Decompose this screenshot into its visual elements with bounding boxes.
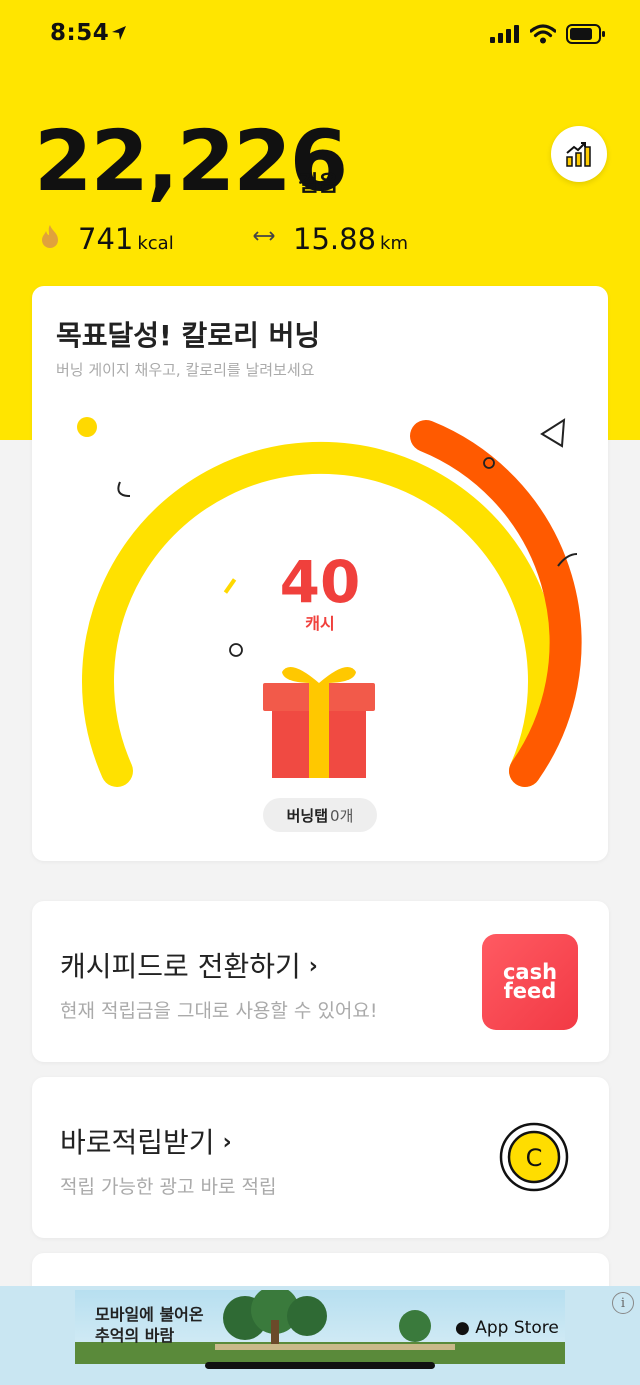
gift-icon[interactable] bbox=[263, 666, 375, 778]
confetti-moon bbox=[117, 481, 131, 497]
wifi-icon bbox=[530, 24, 556, 44]
app-store-badge[interactable]: ● App Store bbox=[455, 1318, 559, 1338]
instant-reward-subtitle: 적립 가능한 광고 바로 적립 bbox=[60, 1176, 277, 1198]
burning-tap-label: 버닝탭 bbox=[286, 806, 329, 825]
instant-reward-title-text: 바로적립받기 bbox=[60, 1126, 215, 1159]
stats-button[interactable] bbox=[551, 126, 607, 182]
calorie-unit: kcal bbox=[137, 233, 174, 254]
burning-tap-badge: 버닝탭 0개 bbox=[263, 798, 377, 832]
coin-icon: C bbox=[499, 1122, 569, 1192]
ad-text: 모바일에 불어온 추억의 바람 bbox=[95, 1304, 204, 1346]
ad-banner[interactable]: 모바일에 불어온 추억의 바람 ● App Store i bbox=[0, 1286, 640, 1385]
status-bar: 8:54 bbox=[0, 0, 640, 70]
coin-letter: C bbox=[526, 1144, 543, 1172]
calorie-value: 741 bbox=[78, 222, 134, 256]
status-icons bbox=[490, 24, 606, 44]
cashfeed-logo: cash feed bbox=[482, 934, 578, 1030]
cashfeed-title-text: 캐시피드로 전환하기 bbox=[60, 950, 301, 983]
apple-icon: ● bbox=[455, 1318, 470, 1338]
cash-unit: 캐시 bbox=[305, 614, 335, 633]
step-unit: 걸음 bbox=[298, 172, 339, 197]
ad-creative[interactable]: 모바일에 불어온 추억의 바람 ● App Store bbox=[75, 1290, 565, 1364]
ad-text-line1: 모바일에 불어온 bbox=[95, 1305, 204, 1324]
cashfeed-title: 캐시피드로 전환하기 › bbox=[60, 945, 318, 985]
signal-icon bbox=[490, 25, 519, 43]
calorie-stat: 741 kcal bbox=[78, 222, 174, 256]
cashfeed-logo-line2: feed bbox=[503, 979, 557, 1003]
chart-icon bbox=[566, 142, 591, 167]
instant-reward-title: 바로적립받기 › bbox=[60, 1121, 232, 1161]
info-icon[interactable]: i bbox=[612, 1292, 634, 1314]
cashfeed-subtitle: 현재 적립금을 그대로 사용할 수 있어요! bbox=[60, 1000, 378, 1022]
burning-tap-count: 0개 bbox=[330, 806, 354, 825]
home-indicator bbox=[205, 1362, 435, 1369]
distance-stat: 15.88 km bbox=[293, 222, 408, 256]
location-arrow-icon bbox=[112, 26, 126, 40]
battery-icon bbox=[566, 24, 605, 44]
distance-arrows-icon bbox=[253, 231, 275, 241]
cashfeed-card[interactable]: 캐시피드로 전환하기 › 현재 적립금을 그대로 사용할 수 있어요! cash … bbox=[32, 901, 609, 1062]
app-store-label: App Store bbox=[475, 1318, 559, 1338]
confetti-dot bbox=[77, 417, 97, 437]
flame-icon bbox=[42, 225, 58, 248]
ad-text-line2: 추억의 바람 bbox=[95, 1326, 175, 1345]
distance-value: 15.88 bbox=[293, 222, 377, 256]
status-time: 8:54 bbox=[50, 20, 110, 46]
confetti-triangle bbox=[540, 418, 566, 448]
chevron-right-icon: › bbox=[308, 954, 318, 979]
instant-reward-card[interactable]: 바로적립받기 › 적립 가능한 광고 바로 적립 C bbox=[32, 1077, 609, 1238]
distance-unit: km bbox=[380, 233, 408, 254]
burning-card: 목표달성! 칼로리 버닝 버닝 게이지 채우고, 칼로리를 날려보세요 40 캐… bbox=[32, 286, 608, 861]
chevron-right-icon: › bbox=[222, 1130, 232, 1155]
confetti-ring bbox=[229, 643, 243, 657]
cash-value: 40 bbox=[279, 548, 361, 616]
